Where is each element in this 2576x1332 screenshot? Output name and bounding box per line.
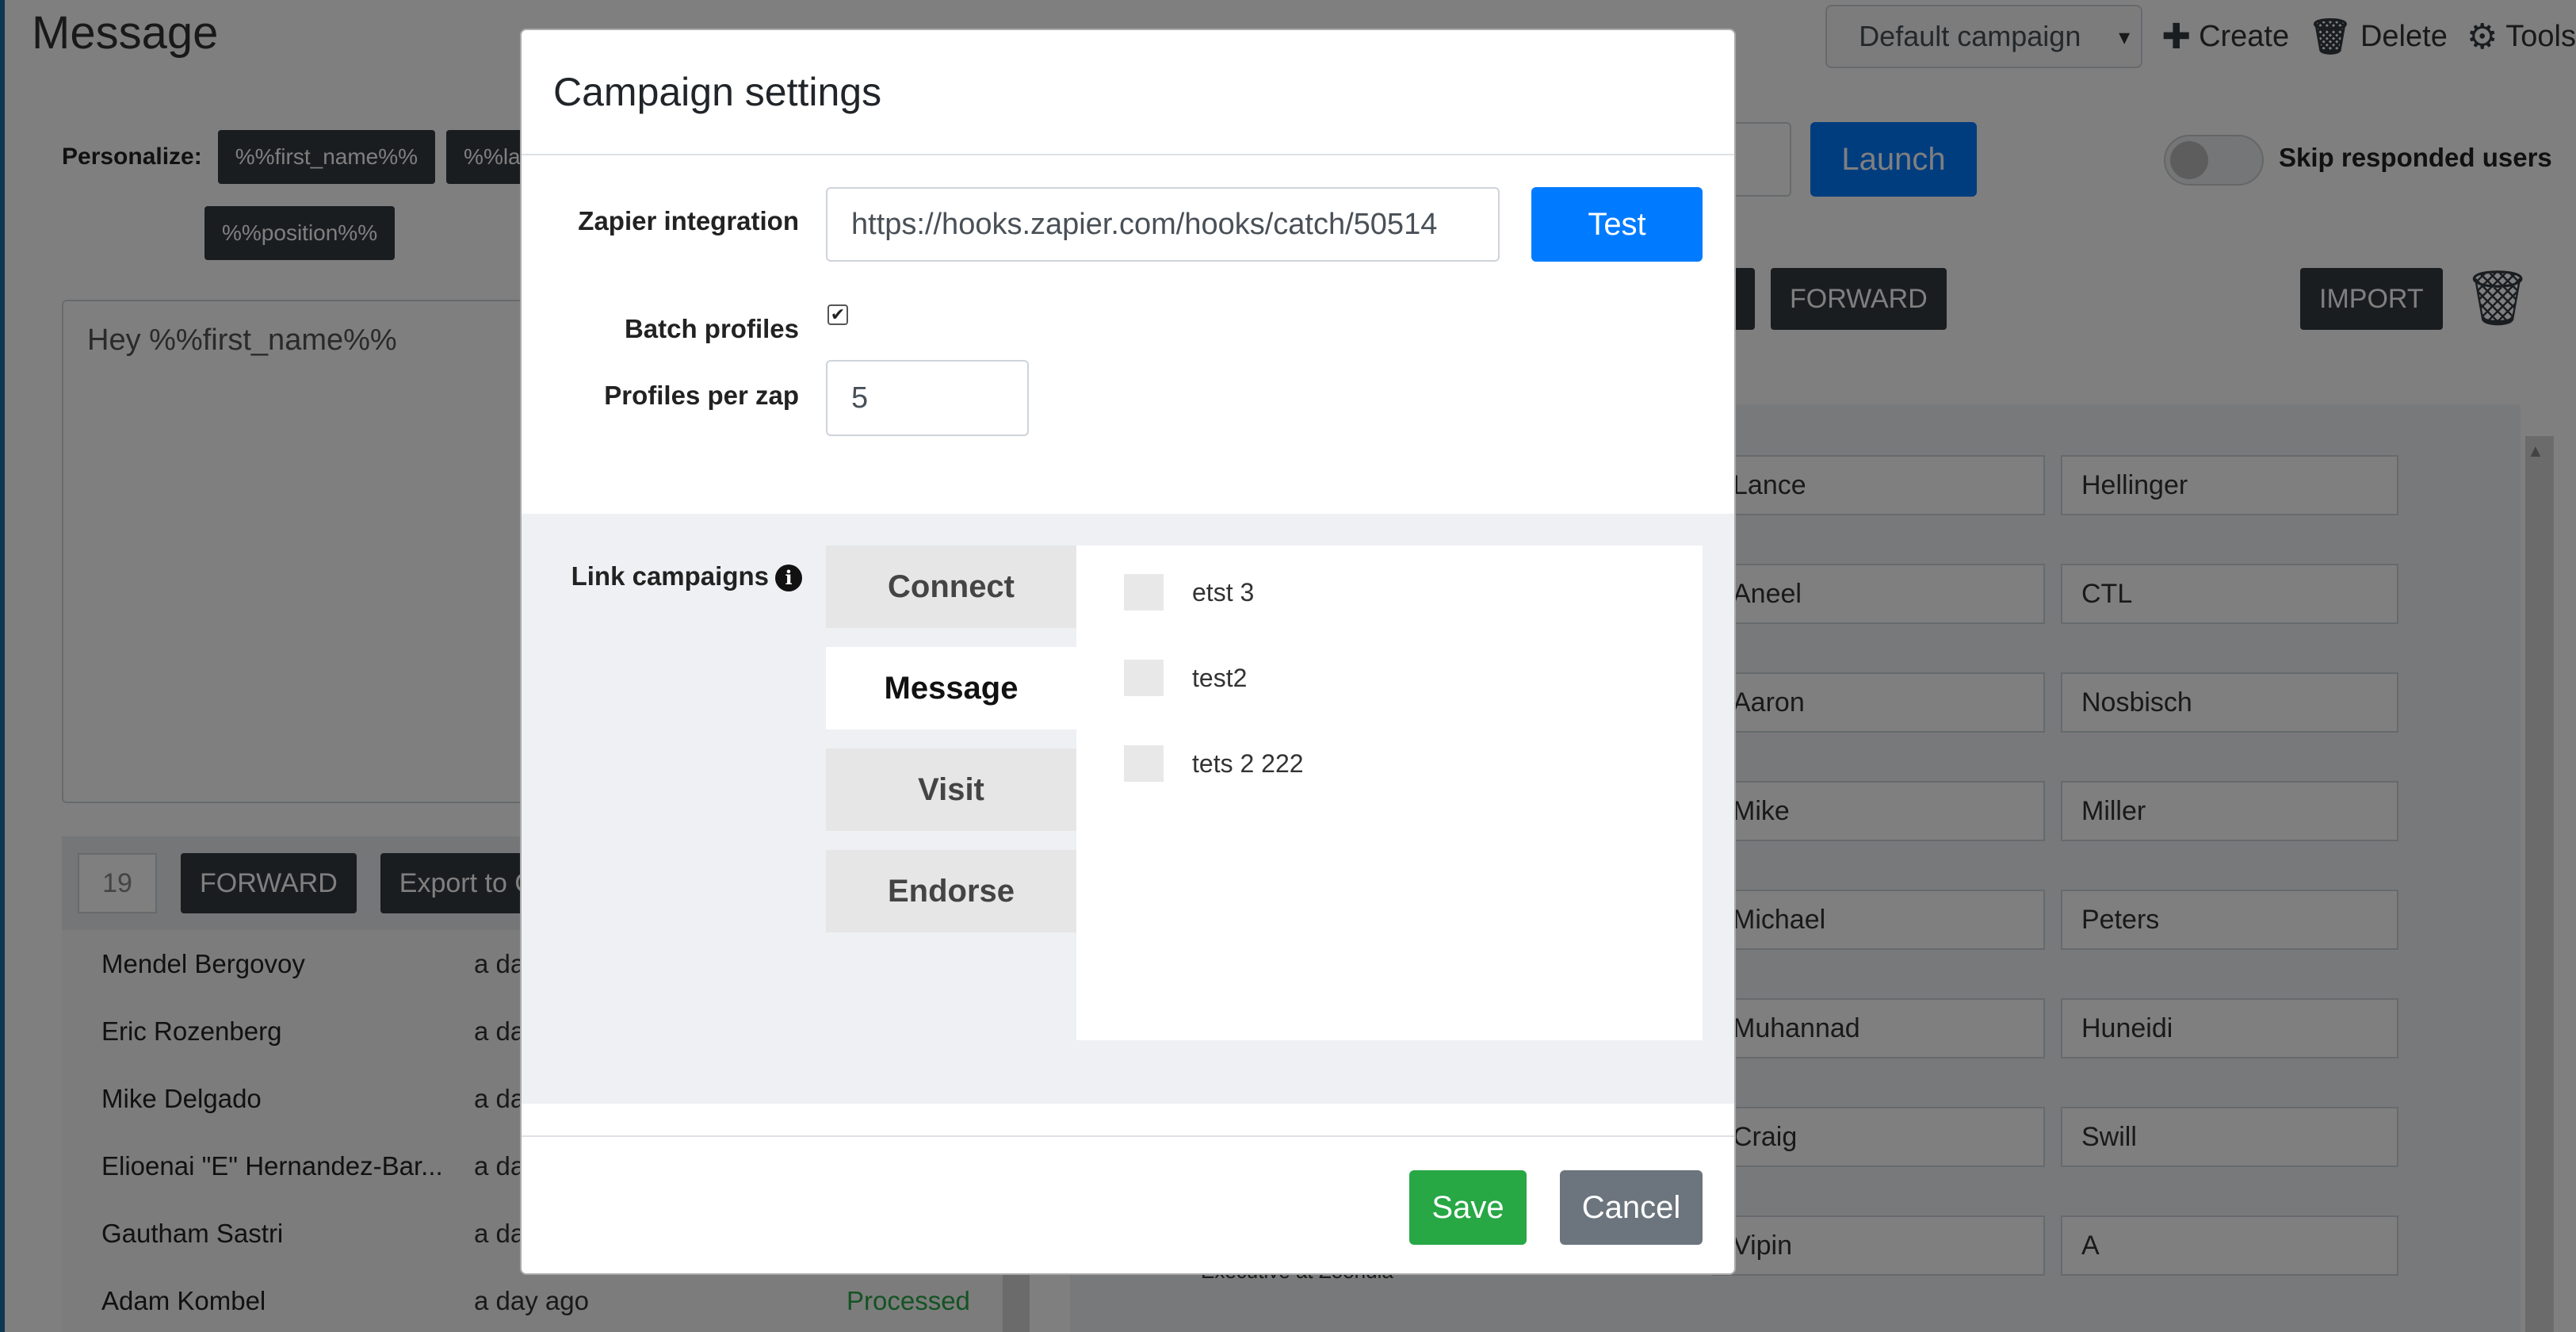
tab-endorse[interactable]: Endorse bbox=[826, 850, 1076, 932]
campaign-checkbox[interactable] bbox=[1124, 660, 1164, 696]
zapier-label: Zapier integration bbox=[578, 206, 799, 235]
tab-connect[interactable]: Connect bbox=[826, 545, 1076, 628]
campaign-checkbox[interactable] bbox=[1124, 745, 1164, 782]
cancel-button[interactable]: Cancel bbox=[1560, 1170, 1703, 1245]
tab-visit[interactable]: Visit bbox=[826, 748, 1076, 831]
tab-message[interactable]: Message bbox=[826, 647, 1076, 729]
campaign-name: tets 2 222 bbox=[1192, 748, 1304, 778]
campaign-checkbox[interactable] bbox=[1124, 574, 1164, 610]
batch-profiles-checkbox[interactable]: ✔ bbox=[827, 304, 848, 325]
list-item[interactable]: tets 2 222 bbox=[1124, 745, 1304, 782]
link-campaigns-section: Link campaigns i Connect Message Visit En… bbox=[522, 514, 1734, 1104]
campaign-list: etst 3 test2 tets 2 222 bbox=[1076, 545, 1703, 1040]
profiles-per-zap-input[interactable]: 5 bbox=[826, 360, 1029, 436]
link-campaigns-label: Link campaigns i bbox=[571, 561, 802, 592]
test-button[interactable]: Test bbox=[1531, 187, 1703, 262]
campaign-name: etst 3 bbox=[1192, 577, 1255, 607]
list-item[interactable]: etst 3 bbox=[1124, 574, 1254, 610]
profiles-per-zap-label: Profiles per zap bbox=[604, 381, 799, 410]
modal-title: Campaign settings bbox=[553, 70, 882, 114]
modal-footer: Save Cancel bbox=[522, 1135, 1734, 1273]
batch-profiles-label: Batch profiles bbox=[624, 314, 799, 343]
save-button[interactable]: Save bbox=[1409, 1170, 1527, 1245]
info-icon[interactable]: i bbox=[775, 565, 802, 592]
zapier-url-input[interactable]: https://hooks.zapier.com/hooks/catch/505… bbox=[826, 187, 1500, 262]
campaign-name: test2 bbox=[1192, 663, 1248, 692]
list-item[interactable]: test2 bbox=[1124, 660, 1247, 696]
campaign-settings-modal: Campaign settings Zapier integration htt… bbox=[520, 29, 1736, 1275]
link-campaigns-text: Link campaigns bbox=[571, 561, 769, 591]
modal-header: Campaign settings bbox=[522, 30, 1734, 155]
